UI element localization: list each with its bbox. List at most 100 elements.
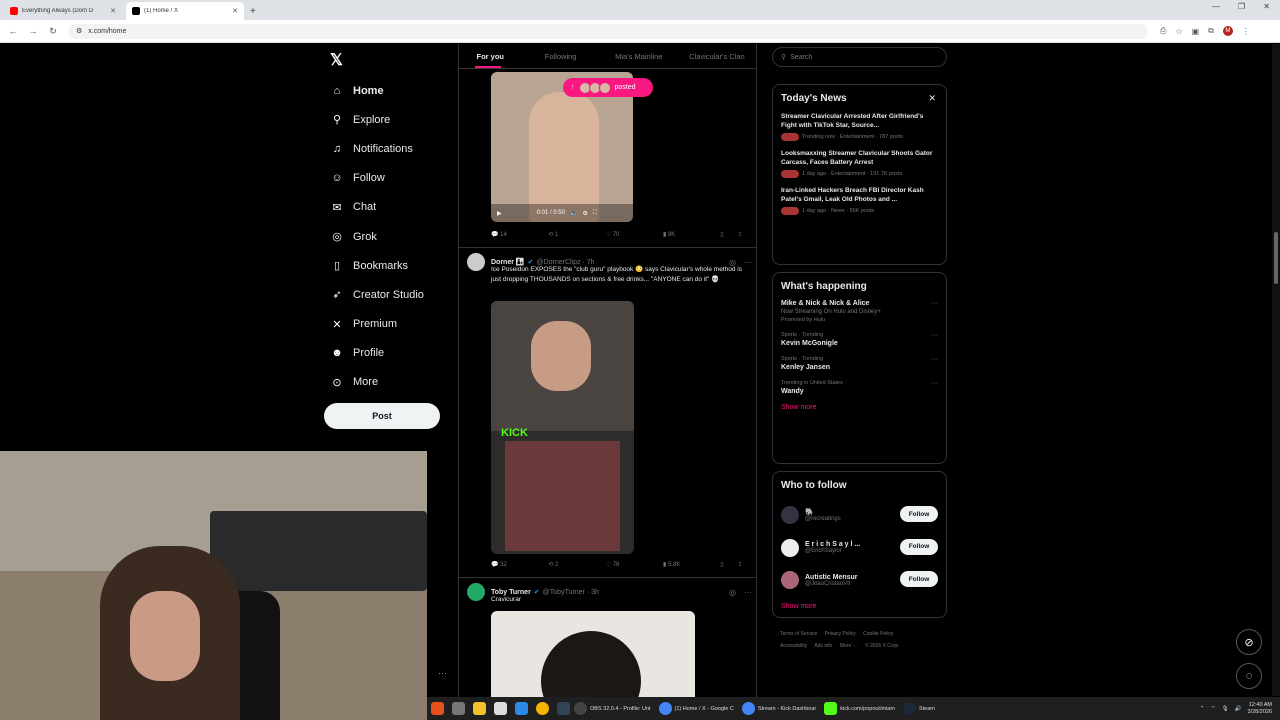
taskbar-app[interactable]: Steam bbox=[902, 702, 935, 715]
news-item[interactable]: Iran-Linked Hackers Breach FBI Director … bbox=[781, 186, 938, 215]
mic-icon[interactable]: 🎙 bbox=[1222, 706, 1229, 712]
fullscreen-icon[interactable]: ⛶ bbox=[593, 210, 597, 217]
search-input[interactable]: ⚲ Search bbox=[772, 47, 947, 67]
trend-item[interactable]: Trending in United States Wandy ··· bbox=[781, 380, 938, 395]
scrollbar[interactable] bbox=[1272, 44, 1280, 696]
address-bar[interactable]: ⚙ x.com/home bbox=[68, 23, 1148, 39]
grok-float-icon[interactable]: ⊘ bbox=[1236, 629, 1262, 655]
taskbar-app[interactable]: kick.com/popout/miam bbox=[824, 702, 895, 715]
minimize-icon[interactable]: — bbox=[1212, 2, 1220, 11]
volume-icon[interactable]: 🔈 bbox=[570, 210, 577, 217]
maximize-icon[interactable]: ❐ bbox=[1238, 2, 1245, 11]
post-button[interactable]: Post bbox=[324, 403, 440, 429]
like-button[interactable]: ♡ 70 bbox=[606, 231, 663, 238]
nav-chat[interactable]: ✉ Chat bbox=[330, 193, 424, 222]
footer-link[interactable]: More ··· bbox=[840, 643, 858, 649]
views-button[interactable]: ▮ 5.8K bbox=[663, 561, 720, 568]
extensions-icon[interactable]: ⧉ bbox=[1208, 26, 1214, 36]
more-icon[interactable]: ··· bbox=[931, 332, 938, 339]
reply-button[interactable]: 💬 32 bbox=[491, 561, 548, 568]
clock[interactable]: 12:40 AM 3/28/2026 bbox=[1248, 702, 1272, 716]
bookmark-star-icon[interactable]: ☆ bbox=[1175, 27, 1182, 36]
follow-suggestion[interactable]: E r i c h S a y l ... @ErichSaylor Follow bbox=[781, 532, 938, 565]
forward-icon[interactable]: → bbox=[26, 26, 40, 36]
repost-button[interactable]: ⟲ 2 bbox=[548, 561, 605, 568]
chat-float-icon[interactable]: ◌ bbox=[1236, 663, 1262, 689]
news-item[interactable]: Looksmaxxing Streamer Clavicular Shoots … bbox=[781, 149, 938, 178]
reply-button[interactable]: 💬 14 bbox=[491, 231, 548, 238]
account-more-icon[interactable]: ··· bbox=[438, 668, 447, 678]
footer-link[interactable]: Terms of Service bbox=[780, 631, 817, 637]
nav-profile[interactable]: ☻ Profile bbox=[330, 339, 424, 368]
chevron-up-icon[interactable]: ⌃ bbox=[1200, 706, 1205, 712]
nav-bookmarks[interactable]: ▯ Bookmarks bbox=[330, 251, 424, 280]
tab-mias-mainline[interactable]: Mia's Mainline bbox=[600, 44, 678, 68]
bookmark-icon[interactable]: ▯ bbox=[720, 231, 737, 238]
tab-for-you[interactable]: For you bbox=[459, 44, 522, 68]
follow-suggestion[interactable]: Autistic Mensur @JoaoCristaoVII Follow bbox=[781, 564, 938, 597]
back-icon[interactable]: ← bbox=[6, 26, 20, 36]
share-icon[interactable]: ⇪ bbox=[738, 561, 749, 568]
nav-notifications[interactable]: ♫ Notifications bbox=[330, 134, 424, 163]
close-window-icon[interactable]: ✕ bbox=[1263, 2, 1270, 11]
footer-link[interactable]: Cookie Policy bbox=[863, 631, 893, 637]
taskbar-app[interactable]: (1) Home / X - Google C bbox=[658, 702, 734, 715]
new-tab-button[interactable]: + bbox=[250, 6, 256, 17]
trend-item[interactable]: Sports · Trending Kevin McGonigle ··· bbox=[781, 332, 938, 347]
tab-clavicular-clan[interactable]: Clavicular's Clan bbox=[678, 44, 756, 68]
nav-home[interactable]: ⌂ Home bbox=[330, 76, 424, 105]
repost-button[interactable]: ⟲ 1 bbox=[548, 231, 605, 238]
nav-premium[interactable]: ✕ Premium bbox=[330, 310, 424, 339]
tab-following[interactable]: Following bbox=[522, 44, 600, 68]
share-icon[interactable]: ⇪ bbox=[738, 231, 749, 238]
news-item[interactable]: Streamer Clavicular Arrested After Girlf… bbox=[781, 112, 938, 141]
footer-link[interactable]: Ads info bbox=[814, 643, 832, 649]
taskbar-app[interactable]: Stream - Kick Dashboar bbox=[741, 702, 816, 715]
volume-icon[interactable]: 🔊 bbox=[1235, 706, 1242, 712]
nav-grok[interactable]: ◎ Grok bbox=[330, 222, 424, 251]
browser-menu-icon[interactable]: ⋮ bbox=[1242, 27, 1250, 36]
tweet-video[interactable]: KICK bbox=[491, 301, 634, 554]
follow-suggestion[interactable]: 🐘 @recreatings Follow bbox=[781, 499, 938, 532]
new-posts-pill[interactable]: ↑ posted bbox=[563, 78, 653, 97]
more-icon[interactable]: ··· bbox=[931, 380, 938, 387]
settings-icon[interactable]: ⚙ bbox=[582, 210, 587, 217]
browser-tab[interactable]: Everything Always (Dom D ✕ bbox=[4, 2, 122, 20]
taskbar-app[interactable]: OBS 32.0.4 - Profile: Unt bbox=[574, 702, 651, 715]
scrollbar-thumb[interactable] bbox=[1274, 232, 1278, 284]
nav-explore[interactable]: ⚲ Explore bbox=[330, 105, 424, 134]
views-button[interactable]: ▮ 8K bbox=[663, 231, 720, 238]
show-more-link[interactable]: Show more bbox=[781, 603, 938, 610]
app-icon[interactable] bbox=[452, 702, 465, 715]
app-icon[interactable] bbox=[515, 702, 528, 715]
site-info-icon[interactable]: ⚙ bbox=[76, 27, 82, 35]
nav-creator-studio[interactable]: ➶ Creator Studio bbox=[330, 280, 424, 309]
bookmark-icon[interactable]: ▯ bbox=[720, 561, 737, 568]
trend-item[interactable]: Sports · Trending Kenley Jansen ··· bbox=[781, 356, 938, 371]
install-icon[interactable]: ⎙ bbox=[1160, 26, 1166, 36]
tab-close-icon[interactable]: ✕ bbox=[110, 7, 116, 15]
reload-icon[interactable]: ↻ bbox=[46, 26, 60, 37]
footer-link[interactable]: Privacy Policy bbox=[825, 631, 856, 637]
nav-more[interactable]: ⊙ More bbox=[330, 368, 424, 397]
close-icon[interactable]: ✕ bbox=[928, 93, 936, 104]
sidepanel-icon[interactable]: ▣ bbox=[1192, 27, 1200, 36]
network-icon[interactable]: ⌔ bbox=[1211, 705, 1216, 712]
x-logo-icon[interactable]: 𝕏 bbox=[330, 50, 343, 70]
chrome-icon[interactable] bbox=[536, 702, 549, 715]
follow-button[interactable]: Follow bbox=[900, 571, 938, 587]
nav-follow[interactable]: ☺ Follow bbox=[330, 164, 424, 193]
play-icon[interactable]: ▶ bbox=[497, 210, 502, 217]
tab-close-icon[interactable]: ✕ bbox=[232, 7, 238, 15]
trend-item[interactable]: Mike & Nick & Nick & Alice Now Streaming… bbox=[781, 300, 938, 323]
folder-icon[interactable] bbox=[473, 702, 486, 715]
footer-link[interactable]: Accessibility bbox=[780, 643, 807, 649]
more-icon[interactable]: ··· bbox=[931, 356, 938, 363]
browser-tab-active[interactable]: (1) Home / X ✕ bbox=[126, 2, 244, 20]
profile-avatar[interactable]: M bbox=[1222, 26, 1233, 36]
more-icon[interactable]: ··· bbox=[931, 300, 938, 307]
follow-button[interactable]: Follow bbox=[900, 538, 938, 555]
like-button[interactable]: ♡ 78 bbox=[606, 561, 663, 568]
show-more-link[interactable]: Show more bbox=[781, 404, 938, 411]
app-icon[interactable] bbox=[431, 702, 444, 715]
